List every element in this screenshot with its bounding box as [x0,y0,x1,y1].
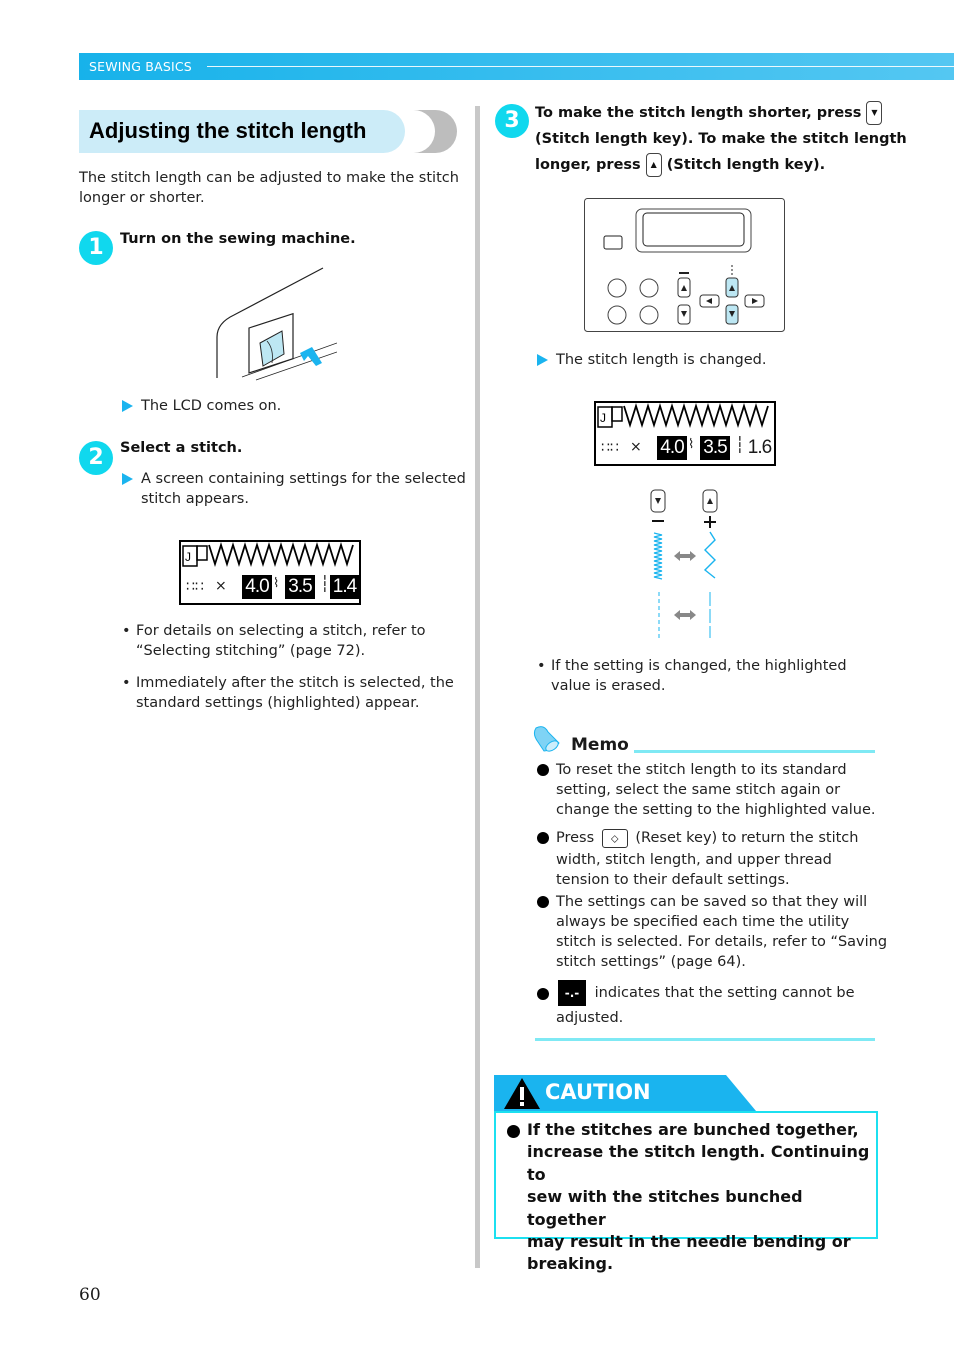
stitch-length-down-key-icon: ▼ [866,101,883,125]
caution-line: If the stitches are bunched together, [527,1120,859,1139]
stitch-length-diagram [650,489,718,638]
bullet-icon [507,1125,520,1138]
stitch-length-value: 3.5 [285,575,315,599]
bullet-icon [537,896,549,908]
title-line: To make the stitch length shorter, press [535,105,862,121]
grid-icon: ∷∷ [186,579,204,595]
grid-icon: ∷∷ [601,440,619,456]
intro-line: The stitch length can be adjusted to mak… [79,170,459,186]
memo-line: tension to their default settings. [556,872,790,888]
step-1-result: The LCD comes on. [141,398,282,414]
title-line: (Stitch length key). To make the stitch … [535,131,907,147]
memo-item: -.- indicates that the setting cannot be… [537,980,855,1028]
page-title-banner: Adjusting the stitch length [79,110,459,153]
result-marker-icon [122,400,133,412]
step-3-badge: 3 [495,104,529,138]
result-marker-icon [122,473,133,485]
caution-box: If the stitches are bunched together, in… [494,1111,878,1273]
stitch-width-value: 4.0 [657,436,687,460]
bullet-icon [537,832,549,844]
step-2-badge: 2 [79,441,113,475]
memo-line: adjusted. [556,1010,624,1026]
note-line: “Selecting stitching” (page 72). [136,643,366,659]
stitch-width-icon: ⨯ [215,578,227,594]
title-line: (Stitch length key). [666,157,826,173]
memo-line: setting, select the same stitch again or [556,782,841,798]
title-line: longer, press [535,157,641,173]
memo-bottom-rule [535,1038,875,1041]
tension-icon: ┆ [320,574,330,593]
memo-line: The settings can be saved so that they w… [556,894,868,910]
step-2-result: A screen containing settings for the sel… [141,469,466,509]
stitch-pattern-icon: J [182,542,354,567]
bullet-icon [537,988,549,1000]
intro-line: longer or shorter. [79,190,205,206]
note-line: value is erased. [551,678,666,694]
memo-item: To reset the stitch length to its standa… [537,760,876,820]
memo-line: always be specified each time the utilit… [556,914,850,930]
column-divider [475,106,480,1268]
memo-line: change the setting to the highlighted va… [556,802,876,818]
reset-key-icon: ⬦ [601,828,628,848]
memo-line: width, stitch length, and upper thread [556,852,832,868]
memo-item: The settings can be saved so that they w… [537,892,887,972]
caution-line: increase the stitch length. Continuing t… [527,1142,870,1184]
result-marker-icon [537,354,548,366]
header-rule [207,66,954,67]
bullet-icon [537,764,549,776]
plus-label: + [704,506,705,507]
thread-tension-value: 1.4 [330,575,359,599]
memo-line: stitch is selected. For details, refer t… [556,934,888,950]
power-switch-illustration [216,267,337,381]
step-1-badge: 1 [79,231,113,265]
section-title: SEWING BASICS [89,59,192,74]
stitch-length-up-key-icon: ▲ [645,153,662,177]
note-line: If the setting is changed, the highlight… [551,658,847,674]
minus-label: − [651,506,652,507]
result-line: A screen containing settings for the sel… [141,471,466,487]
thread-tension-value: 1.6 [747,437,772,458]
memo-bell-icon [533,726,560,752]
stitch-pattern-icon: J [597,403,769,428]
stitch-length-icon: ⌇ [273,576,280,591]
caution-title: CAUTION [545,1080,651,1104]
memo-title: Memo [571,735,629,755]
svg-text:J: J [185,550,191,564]
memo-line: Press [556,830,595,846]
stitch-length-value: 3.5 [700,436,730,460]
stitch-length-icon: ⌇ [688,437,695,452]
note-line: standard settings (highlighted) appear. [136,695,420,711]
step-2-note: • Immediately after the stitch is select… [122,675,454,711]
not-adjustable-icon: -.- [558,980,586,1006]
memo-line: stitch settings” (page 64). [556,954,746,970]
step-2-note: • For details on selecting a stitch, ref… [122,623,426,659]
stitch-width-icon: ⨯ [630,439,642,455]
stitch-width-value: 4.0 [242,575,272,599]
section-header-bar: SEWING BASICS [79,53,954,80]
tension-icon: ┆ [735,435,745,454]
page-number: 60 [79,1285,101,1305]
memo-line: (Reset key) to return the stitch [635,830,859,846]
svg-text:J: J [600,411,606,425]
step-3-note: • If the setting is changed, the highlig… [537,658,847,694]
memo-item: Press ⬦ (Reset key) to return the stitch… [537,828,858,890]
memo-line: To reset the stitch length to its standa… [556,762,847,778]
control-panel-illustration [584,198,785,332]
memo-top-rule [634,750,875,753]
page-title: Adjusting the stitch length [89,118,367,143]
memo-line: indicates that the setting cannot be [594,985,855,1001]
caution-line: breaking. [527,1254,614,1274]
caution-line: may result in the needle bending or [527,1232,851,1252]
step-2-title: Select a stitch. [120,440,243,456]
step-3-title: To make the stitch length shorter, press… [535,100,907,178]
step-1-title: Turn on the sewing machine. [120,231,356,247]
result-line: stitch appears. [141,491,249,507]
lcd-screen-default: J ∷∷ ⨯ 4.0 ⌇ 3.5 ┆ 1.4 [179,540,361,605]
caution-line: sew with the stitches bunched together [527,1187,803,1229]
intro-text: The stitch length can be adjusted to mak… [79,168,459,208]
note-line: For details on selecting a stitch, refer… [136,623,426,639]
step-3-result: The stitch length is changed. [556,352,767,368]
lcd-screen-changed: J ∷∷ ⨯ 4.0 ⌇ 3.5 ┆ 1.6 [594,401,776,466]
note-line: Immediately after the stitch is selected… [136,675,454,691]
